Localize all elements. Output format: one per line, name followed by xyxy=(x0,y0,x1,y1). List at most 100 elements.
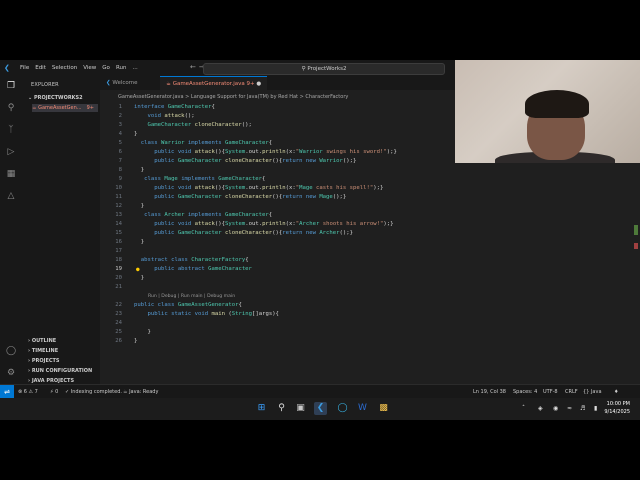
vscode-taskbar-icon[interactable]: ❮ xyxy=(314,402,327,415)
line-number: 21 xyxy=(115,284,122,290)
code-editor[interactable]: 1 interface GameCharacter{2 void attack()… xyxy=(100,103,455,346)
webcam-person-hair xyxy=(525,90,589,118)
taskbar-search-icon[interactable]: ⚲ xyxy=(275,402,288,415)
account-icon[interactable]: ◯ xyxy=(5,345,17,357)
line-number: 5 xyxy=(118,140,122,146)
word-icon[interactable]: W xyxy=(356,402,369,415)
encoding[interactable]: UTF-8 xyxy=(543,385,558,398)
problems-status[interactable]: ⊗ 6 ⚠ 7 xyxy=(18,385,38,398)
menu-view[interactable]: View xyxy=(80,65,99,71)
breadcrumb[interactable]: GameAssetGenerator.java > Language Suppo… xyxy=(118,94,348,100)
code-line[interactable]: 20 } xyxy=(100,274,455,283)
edge-browser-icon[interactable]: ◯ xyxy=(336,402,349,415)
line-ending[interactable]: CRLF xyxy=(565,385,578,398)
line-number: 1 xyxy=(118,104,122,110)
code-line[interactable]: 11 public GameCharacter cloneCharacter()… xyxy=(100,193,455,202)
remote-icon[interactable]: ⇌ xyxy=(0,385,14,398)
menu-more[interactable]: ... xyxy=(129,65,140,71)
code-text: public GameCharacter cloneCharacter(){re… xyxy=(154,230,354,236)
warning-count: 7 xyxy=(34,389,38,395)
indentation[interactable]: Spaces: 4 xyxy=(513,385,537,398)
code-line[interactable]: 24 xyxy=(100,319,455,328)
editor-area: ❮ Welcome ☕ GameAssetGenerator.java 9+ ●… xyxy=(100,76,455,384)
code-line[interactable]: 23 public static void main (String[]args… xyxy=(100,310,455,319)
file-item-gameassetgenerator[interactable]: ☕ GameAssetGen... 9+ xyxy=(32,104,98,112)
code-line[interactable]: 25 } xyxy=(100,328,455,337)
code-line[interactable]: 14 public void attack(){System.out.print… xyxy=(100,220,455,229)
section-label: OUTLINE xyxy=(31,338,57,344)
code-line[interactable]: 3 GameCharacter cloneCharacter(); xyxy=(100,121,455,130)
code-line[interactable]: 1 interface GameCharacter{ xyxy=(100,103,455,112)
code-line[interactable]: 2 void attack(); xyxy=(100,112,455,121)
code-line[interactable]: 19 ● public abstract GameCharacter xyxy=(100,265,455,274)
line-number: 12 xyxy=(115,203,122,209)
menu-edit[interactable]: Edit xyxy=(32,65,49,71)
unsaved-dot-icon[interactable]: ● xyxy=(256,81,261,87)
code-line[interactable]: 26} xyxy=(100,337,455,346)
command-center-search[interactable]: ⚲ ProjectWorks2 xyxy=(203,63,445,75)
menu-run[interactable]: Run xyxy=(113,65,130,71)
code-line[interactable]: 12 } xyxy=(100,202,455,211)
file-explorer-icon[interactable]: ▩ xyxy=(377,402,390,415)
menu-file[interactable]: File xyxy=(17,65,32,71)
ports-count: 0 xyxy=(55,389,59,395)
section-projects[interactable]: › PROJECTS xyxy=(28,358,60,364)
tray-app-icon[interactable]: ◉ xyxy=(553,398,558,420)
code-text: public class GameAssetGenerator{ xyxy=(134,302,242,308)
code-line[interactable]: 13 class Archer implements GameCharacter… xyxy=(100,211,455,220)
code-line[interactable]: 22 public class GameAssetGenerator{ xyxy=(100,301,455,310)
project-folder[interactable]: ⌄ PROJECTWORKS2 xyxy=(28,95,83,101)
section-label: RUN CONFIGURATION xyxy=(31,368,93,374)
wifi-icon[interactable]: ≈ xyxy=(567,398,572,420)
tray-app-icon[interactable]: ◈ xyxy=(538,398,543,420)
code-line[interactable]: 9 class Mage implements GameCharacter{ xyxy=(100,175,455,184)
indexing-text: Indexing completed. xyxy=(70,389,122,395)
code-line[interactable]: 4} xyxy=(100,130,455,139)
search-view-icon[interactable]: ⚲ xyxy=(5,102,17,114)
code-line[interactable]: 6 public void attack(){System.out.printl… xyxy=(100,148,455,157)
section-timeline[interactable]: › TIMELINE xyxy=(28,348,58,354)
tab-welcome[interactable]: ❮ Welcome xyxy=(100,76,144,90)
section-run-configuration[interactable]: › RUN CONFIGURATION xyxy=(28,368,92,374)
tab-gameassetgenerator[interactable]: ☕ GameAssetGenerator.java 9+ ● xyxy=(160,76,268,91)
ports-status[interactable]: ⚡ 0 xyxy=(50,385,58,398)
battery-icon[interactable]: ▮ xyxy=(594,398,597,420)
code-lens[interactable]: Run | Debug | Run main | Debug main xyxy=(100,292,455,301)
code-text: public GameCharacter cloneCharacter(){re… xyxy=(154,158,357,164)
code-line[interactable]: 10 public void attack(){System.out.print… xyxy=(100,184,455,193)
extensions-icon[interactable]: ▦ xyxy=(5,168,17,180)
notifications-bell-icon[interactable]: ♦ xyxy=(614,385,618,398)
menu-go[interactable]: Go xyxy=(99,65,113,71)
code-line[interactable]: 8 } xyxy=(100,166,455,175)
settings-gear-icon[interactable]: ⚙ xyxy=(5,367,17,379)
code-line[interactable]: 15 public GameCharacter cloneCharacter()… xyxy=(100,229,455,238)
line-number: 2 xyxy=(118,113,122,119)
code-line[interactable]: 18 abstract class CharacterFactory{ xyxy=(100,256,455,265)
section-outline[interactable]: › OUTLINE xyxy=(28,338,56,344)
scrollbar[interactable] xyxy=(632,225,640,375)
language-mode[interactable]: {} Java xyxy=(583,385,602,398)
explorer-icon[interactable]: ❐ xyxy=(5,80,17,92)
code-line[interactable]: 21 xyxy=(100,283,455,292)
line-number: 26 xyxy=(115,338,122,344)
scrollbar-marker xyxy=(634,225,638,235)
menu-selection[interactable]: Selection xyxy=(49,65,80,71)
code-lens-text[interactable]: Run | Debug | Run main | Debug main xyxy=(148,292,235,301)
windows-start-icon[interactable]: ⊞ xyxy=(255,402,268,415)
system-clock[interactable]: 10:00 PM 9/14/2025 xyxy=(604,400,630,416)
line-number: 9 xyxy=(118,176,122,182)
source-control-icon[interactable]: ᛉ xyxy=(5,124,17,136)
run-debug-icon[interactable]: ▷ xyxy=(5,146,17,158)
code-line[interactable]: 7 public GameCharacter cloneCharacter(){… xyxy=(100,157,455,166)
volume-icon[interactable]: ♬ xyxy=(580,398,585,420)
cursor-position[interactable]: Ln 19, Col 38 xyxy=(473,385,506,398)
tab-badge: 9+ xyxy=(246,81,255,87)
java-status[interactable]: ☕ Java: Ready xyxy=(123,385,158,398)
code-line[interactable]: 17 xyxy=(100,247,455,256)
code-line[interactable]: 16 } xyxy=(100,238,455,247)
testing-icon[interactable]: △ xyxy=(5,190,17,202)
code-line[interactable]: 5 class Warrior implements GameCharacter… xyxy=(100,139,455,148)
line-number: 23 xyxy=(115,311,122,317)
task-view-icon[interactable]: ▣ xyxy=(294,402,307,415)
tray-chevron-up-icon[interactable]: ˆ xyxy=(522,398,525,420)
